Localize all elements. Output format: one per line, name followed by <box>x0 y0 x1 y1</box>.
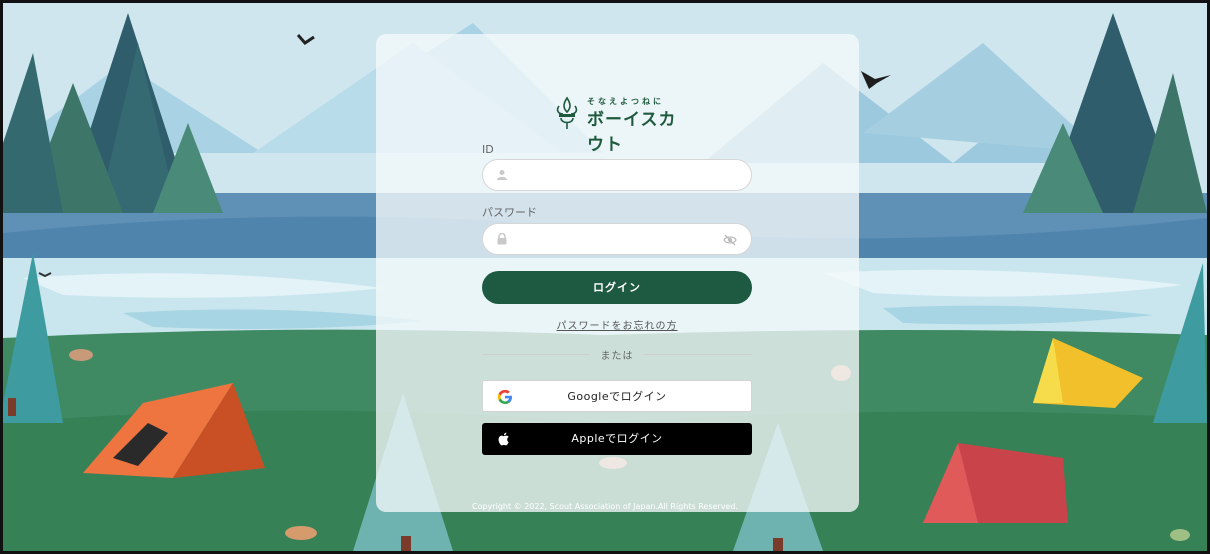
id-label: ID <box>482 143 494 156</box>
password-field[interactable] <box>482 223 752 255</box>
brand-name: ボーイスカウト <box>587 110 677 155</box>
password-label: パスワード <box>482 206 537 219</box>
or-label: または <box>600 351 634 362</box>
google-login-button[interactable]: Googleでログイン <box>482 380 752 412</box>
google-login-label: Googleでログイン <box>567 390 667 403</box>
brand-logo: そなえよつねに ボーイスカウト <box>553 96 683 155</box>
apple-login-button[interactable]: Appleでログイン <box>482 423 752 455</box>
login-card: そなえよつねに ボーイスカウト ID パスワード ログイン パスワードをお忘れの… <box>376 34 859 512</box>
copyright-text: Copyright © 2022, Scout Association of J… <box>472 502 738 511</box>
id-input[interactable] <box>517 165 721 187</box>
google-icon <box>497 389 512 404</box>
user-icon <box>497 170 507 180</box>
apple-icon <box>498 432 509 446</box>
password-input[interactable] <box>517 229 721 251</box>
login-button[interactable]: ログイン <box>482 271 752 304</box>
window-frame: そなえよつねに ボーイスカウト ID パスワード ログイン パスワードをお忘れの… <box>0 0 1210 554</box>
lock-icon <box>497 233 507 245</box>
eye-off-icon[interactable] <box>723 233 737 247</box>
forgot-password-link[interactable]: パスワードをお忘れの方 <box>482 317 752 332</box>
apple-login-label: Appleでログイン <box>571 432 663 445</box>
id-field[interactable] <box>482 159 752 191</box>
or-divider: または <box>482 347 752 362</box>
scout-emblem-icon <box>556 96 578 129</box>
